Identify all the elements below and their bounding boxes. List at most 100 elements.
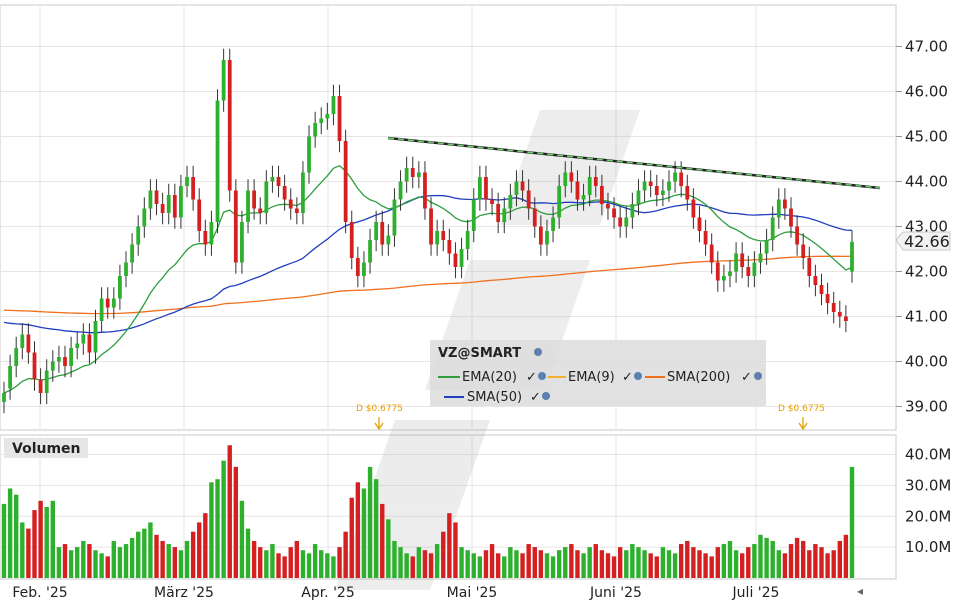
- volume-bar: [239, 500, 245, 578]
- candle-body: [526, 190, 531, 209]
- volume-bar: [599, 550, 605, 578]
- volume-bar: [703, 553, 708, 578]
- volume-bar: [203, 513, 208, 578]
- volume-bar: [617, 547, 623, 578]
- candle-body: [276, 177, 281, 186]
- candle-body: [758, 253, 763, 263]
- candle-body: [441, 231, 446, 240]
- volume-bar: [270, 544, 275, 578]
- volume-bar: [56, 547, 62, 578]
- volume-bar: [422, 550, 428, 578]
- legend-ema9[interactable]: EMA(9): [568, 370, 615, 385]
- volume-bar: [825, 553, 830, 578]
- check-icon[interactable]: ✓: [526, 370, 537, 385]
- candle-body: [599, 186, 604, 204]
- legend-ema20[interactable]: EMA(20): [462, 370, 517, 385]
- volume-bar: [306, 553, 312, 578]
- volume-bar: [575, 550, 580, 578]
- volume-bar: [715, 547, 720, 578]
- candle-body: [154, 190, 159, 204]
- candle-body: [532, 208, 537, 227]
- volume-bar: [184, 540, 190, 578]
- volume-bar: [532, 547, 537, 578]
- candle-body: [844, 316, 848, 321]
- volume-bar: [794, 537, 800, 578]
- volume-bar: [392, 540, 397, 578]
- volume-bar: [404, 553, 409, 578]
- volume-bar: [654, 556, 659, 578]
- candle-body: [551, 217, 555, 231]
- volume-bar: [428, 553, 434, 578]
- candle-body: [93, 321, 98, 353]
- volume-bar: [465, 550, 470, 578]
- candle-body: [721, 276, 726, 281]
- settings-icon[interactable]: [542, 392, 550, 400]
- volume-bar: [459, 547, 464, 578]
- legend-sma200[interactable]: SMA(200): [667, 370, 730, 385]
- candle-body: [471, 199, 476, 231]
- candle-body: [136, 226, 141, 245]
- volume-bar: [611, 556, 617, 578]
- volume-bar: [215, 479, 220, 578]
- volume-bar: [520, 553, 525, 578]
- settings-icon[interactable]: [538, 372, 546, 380]
- candle-body: [221, 60, 226, 101]
- volume-bar: [172, 547, 178, 578]
- volume-bar: [831, 550, 836, 578]
- volume-bar: [20, 522, 25, 578]
- svg-text:Volumen: Volumen: [12, 441, 81, 457]
- candle-body: [477, 177, 482, 200]
- legend-sma50[interactable]: SMA(50): [467, 390, 522, 405]
- candle-body: [172, 195, 177, 218]
- candle-body: [801, 244, 806, 258]
- volume-bar: [739, 553, 745, 578]
- candle-body: [545, 231, 549, 245]
- volume-bar: [276, 553, 281, 578]
- volume-bar: [526, 544, 531, 578]
- candle-body: [709, 244, 714, 263]
- check-icon[interactable]: ✓: [530, 390, 541, 405]
- candle-body: [14, 348, 19, 366]
- volume-bar: [258, 547, 263, 578]
- volume-bar: [697, 550, 702, 578]
- volume-bar: [68, 550, 74, 578]
- candle-body: [215, 100, 220, 222]
- check-icon[interactable]: ✓: [622, 370, 633, 385]
- stock-chart: 39.0040.0041.0042.0043.0044.0045.0046.00…: [0, 4, 951, 600]
- last-price-tag: 42.66: [895, 231, 951, 251]
- candle-body: [453, 253, 458, 267]
- candle-body: [837, 312, 842, 317]
- candle-body: [734, 253, 738, 272]
- candle-body: [465, 231, 470, 249]
- scroll-right-icon[interactable]: ◂: [857, 584, 863, 598]
- candle-body: [728, 271, 732, 276]
- volume-bar: [44, 507, 49, 578]
- volume-bar: [849, 466, 855, 578]
- volume-bar: [563, 547, 568, 578]
- settings-icon[interactable]: [634, 372, 642, 380]
- volume-bar: [373, 479, 379, 578]
- volume-bar: [178, 550, 184, 578]
- candle-body: [44, 370, 49, 393]
- settings-icon[interactable]: [754, 372, 762, 380]
- check-icon[interactable]: ✓: [741, 370, 752, 385]
- volume-bar: [367, 466, 373, 578]
- symbol-settings-icon[interactable]: [534, 348, 542, 356]
- time-tick-label: Apr. '25: [301, 585, 355, 600]
- price-tick-label: 41.00: [905, 308, 948, 326]
- volume-bar: [447, 513, 452, 578]
- volume-tick-label: 20.0M: [905, 507, 951, 525]
- candle-body: [349, 222, 354, 258]
- candle-body: [612, 208, 616, 218]
- candle-body: [593, 177, 598, 186]
- volume-bar: [666, 550, 672, 578]
- candle-body: [484, 177, 488, 200]
- candle-body: [435, 231, 440, 245]
- candle-body: [679, 172, 684, 186]
- volume-bar: [288, 547, 293, 578]
- volume-bar: [660, 547, 666, 578]
- candle-body: [691, 199, 696, 218]
- volume-bar: [514, 550, 519, 578]
- volume-bar: [331, 556, 336, 578]
- candle-body: [715, 262, 720, 281]
